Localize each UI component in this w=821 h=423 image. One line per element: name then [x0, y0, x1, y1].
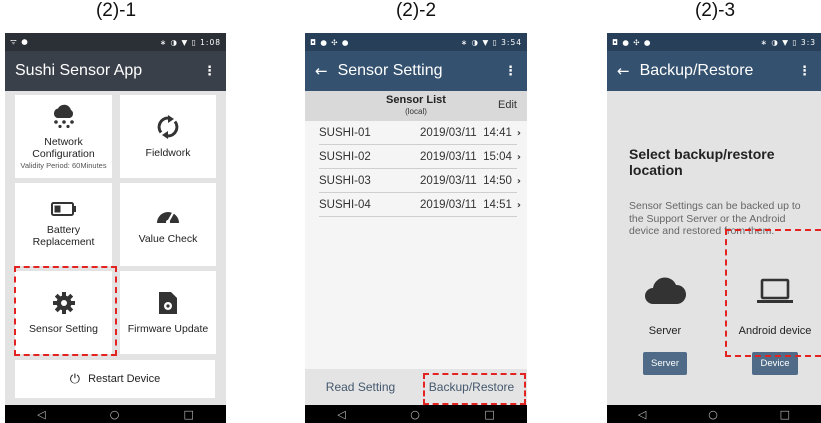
cloud-network-icon	[50, 104, 78, 128]
back-arrow-icon[interactable]: ←	[315, 62, 328, 80]
nav-recents-icon[interactable]: □	[184, 408, 194, 421]
app-bar: Sushi Sensor App ⋮	[5, 51, 226, 91]
battery-icon	[50, 201, 77, 216]
highlight-android-device	[725, 229, 821, 357]
tile-label: Value Check	[138, 232, 198, 245]
nav-recents-icon[interactable]: □	[780, 408, 790, 421]
chevron-right-icon: ›	[516, 127, 521, 139]
page-title: Select backup/restore location	[629, 146, 775, 178]
sensor-row[interactable]: SUSHI-04 2019/03/11 14:51 ›	[305, 193, 527, 217]
caption-2-2: (2)-2	[395, 0, 437, 21]
power-icon: ⏻	[69, 371, 81, 387]
sensor-row[interactable]: SUSHI-02 2019/03/11 15:04 ›	[305, 145, 527, 169]
sensor-list-header: Sensor List (local) Edit	[305, 91, 527, 121]
restart-device-button[interactable]: ⏻ Restart Device	[15, 360, 215, 398]
fieldwork-tile[interactable]: Fieldwork	[120, 95, 216, 178]
highlight-backup-restore	[423, 373, 526, 405]
system-nav-bar: ◁ ○ □	[305, 405, 527, 423]
system-nav-bar: ◁ ○ □	[5, 405, 226, 423]
chevron-right-icon: ›	[516, 175, 521, 187]
overflow-menu-icon[interactable]: ⋮	[798, 64, 811, 79]
server-label: Server	[648, 325, 682, 337]
highlight-sensor-setting	[14, 266, 117, 356]
sensor-list-title: Sensor List	[386, 94, 446, 106]
server-option: Server Server	[635, 271, 695, 375]
screen-title: Backup/Restore	[639, 62, 754, 79]
gauge-icon	[155, 205, 181, 225]
tile-label: Battery Replacement	[32, 223, 95, 248]
nav-back-icon[interactable]: ◁	[37, 408, 45, 421]
screen-title: Sensor Setting	[337, 62, 443, 79]
caption-2-3: (2)-3	[694, 0, 736, 21]
status-bar: ᯤ ● ∗ ◑ ▼ ▯ 1:08	[5, 33, 226, 51]
nav-home-icon[interactable]: ○	[110, 408, 120, 421]
sensor-list-subtitle: (local)	[405, 107, 427, 116]
nav-home-icon[interactable]: ○	[708, 408, 718, 421]
edit-button[interactable]: Edit	[498, 99, 517, 111]
file-gear-icon	[158, 291, 178, 315]
phone-home-screen: ᯤ ● ∗ ◑ ▼ ▯ 1:08 Sushi Sensor App ⋮ Netw…	[5, 33, 226, 423]
status-bar: ◘ ● ✣ ● ∗ ◑ ▼ ▯ 3:3	[607, 33, 821, 51]
sync-icon	[157, 114, 179, 139]
app-bar: ← Backup/Restore ⋮	[607, 51, 821, 91]
tile-label: Fieldwork	[145, 146, 191, 159]
cloud-icon	[635, 271, 695, 311]
server-button[interactable]: Server	[643, 352, 687, 375]
network-configuration-tile[interactable]: Network Configuration Validity Period: 6…	[15, 95, 112, 178]
app-title: Sushi Sensor App	[15, 62, 143, 79]
chevron-right-icon: ›	[516, 199, 521, 211]
restart-label: Restart Device	[88, 373, 161, 385]
read-setting-button[interactable]: Read Setting	[305, 380, 416, 394]
battery-replacement-tile[interactable]: Battery Replacement	[15, 183, 112, 266]
validity-period-text: Validity Period: 60Minutes	[20, 160, 107, 170]
phone-sensor-setting: ◘ ● ✣ ● ∗ ◑ ▼ ▯ 3:54 ← Sensor Setting ⋮ …	[305, 33, 527, 423]
status-bar: ◘ ● ✣ ● ∗ ◑ ▼ ▯ 3:54	[305, 33, 527, 51]
sensor-row[interactable]: SUSHI-03 2019/03/11 14:50 ›	[305, 169, 527, 193]
overflow-menu-icon[interactable]: ⋮	[203, 64, 216, 79]
firmware-update-tile[interactable]: Firmware Update	[120, 271, 216, 354]
nav-back-icon[interactable]: ◁	[337, 408, 345, 421]
back-arrow-icon[interactable]: ←	[617, 62, 630, 80]
caption-2-1: (2)-1	[95, 0, 137, 21]
nav-back-icon[interactable]: ◁	[638, 408, 646, 421]
value-check-tile[interactable]: Value Check	[120, 183, 216, 266]
overflow-menu-icon[interactable]: ⋮	[504, 64, 517, 79]
phone-backup-restore: ◘ ● ✣ ● ∗ ◑ ▼ ▯ 3:3 ← Backup/Restore ⋮ S…	[607, 33, 821, 423]
system-nav-bar: ◁ ○ □	[607, 405, 821, 423]
nav-recents-icon[interactable]: □	[484, 408, 494, 421]
sensor-row[interactable]: SUSHI-01 2019/03/11 14:41 ›	[305, 121, 527, 145]
tile-label: Firmware Update	[127, 322, 209, 335]
app-bar: ← Sensor Setting ⋮	[305, 51, 527, 91]
nav-home-icon[interactable]: ○	[410, 408, 420, 421]
chevron-right-icon: ›	[516, 151, 521, 163]
tile-label: Network Configuration	[32, 135, 95, 160]
